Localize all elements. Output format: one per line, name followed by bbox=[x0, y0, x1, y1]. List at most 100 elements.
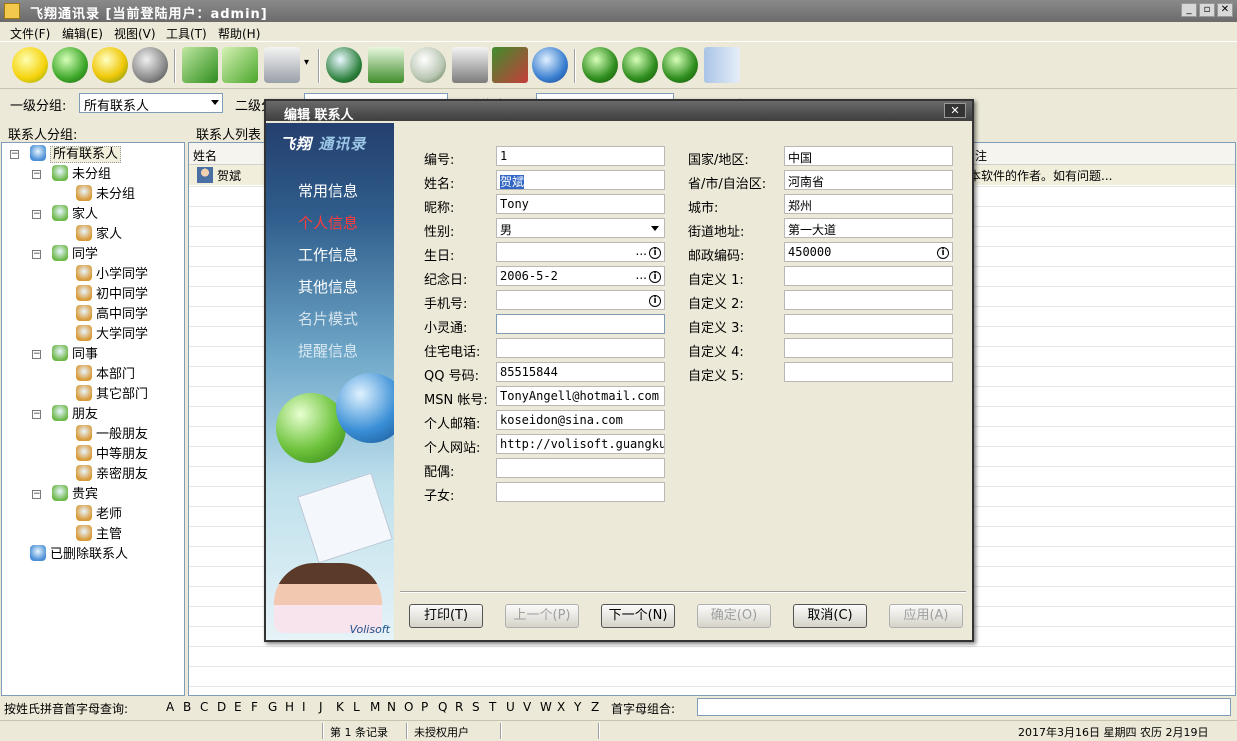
calendar-icon[interactable] bbox=[368, 47, 404, 83]
tree-item[interactable]: 初中同学 bbox=[76, 285, 148, 305]
field-input[interactable] bbox=[496, 482, 665, 502]
field-input[interactable]: 男 bbox=[496, 218, 665, 238]
info-icon[interactable]: i bbox=[649, 271, 661, 283]
tree-item[interactable]: 本部门 bbox=[76, 365, 135, 385]
field-input[interactable]: 85515844 bbox=[496, 362, 665, 382]
print-icon[interactable] bbox=[264, 47, 300, 83]
tree-expander[interactable]: − bbox=[32, 490, 41, 499]
alpha-letter-y[interactable]: Y bbox=[574, 700, 581, 714]
tree-item[interactable]: 一般朋友 bbox=[76, 425, 148, 445]
tree-item[interactable]: 高中同学 bbox=[76, 305, 148, 325]
field-input[interactable] bbox=[784, 266, 953, 286]
field-input[interactable]: 2006-5-2... i bbox=[496, 266, 665, 286]
alpha-letter-u[interactable]: U bbox=[506, 700, 515, 714]
field-input[interactable]: 1 bbox=[496, 146, 665, 166]
tree-item[interactable]: 贵宾 bbox=[52, 485, 98, 505]
tree-item[interactable]: 亲密朋友 bbox=[76, 465, 148, 485]
delete-icon[interactable] bbox=[92, 47, 128, 83]
alpha-letter-i[interactable]: I bbox=[302, 700, 306, 714]
dialog-nav-item[interactable]: 个人信息 bbox=[298, 212, 358, 233]
chevron-down-icon[interactable] bbox=[651, 226, 659, 231]
menu-help[interactable]: 帮助(H) bbox=[218, 25, 260, 42]
menu-view[interactable]: 视图(V) bbox=[114, 25, 156, 42]
field-input[interactable]: i bbox=[496, 290, 665, 310]
field-input[interactable]: 中国 bbox=[784, 146, 953, 166]
tree-expander[interactable]: − bbox=[32, 410, 41, 419]
field-input[interactable] bbox=[784, 338, 953, 358]
letter-combo-input[interactable] bbox=[697, 698, 1231, 716]
dialog-nav-item[interactable]: 其他信息 bbox=[298, 276, 358, 297]
info-icon[interactable]: i bbox=[937, 247, 949, 259]
restore-button[interactable]: ▫ bbox=[1199, 3, 1215, 17]
dialog-nav-item[interactable]: 提醒信息 bbox=[298, 340, 358, 361]
tree-item[interactable]: 朋友 bbox=[52, 405, 98, 425]
help-icon[interactable] bbox=[622, 47, 658, 83]
alpha-letter-v[interactable]: V bbox=[523, 700, 531, 714]
column-note[interactable]: 注 bbox=[975, 147, 987, 164]
print-button[interactable]: 打印(T) bbox=[409, 604, 483, 628]
tree-expander[interactable]: − bbox=[32, 350, 41, 359]
field-input[interactable]: 郑州 bbox=[784, 194, 953, 214]
pie-chart-icon[interactable] bbox=[532, 47, 568, 83]
field-input[interactable] bbox=[784, 290, 953, 310]
alpha-letter-e[interactable]: E bbox=[234, 700, 242, 714]
minimize-button[interactable]: _ bbox=[1181, 3, 1197, 17]
ok-button[interactable]: 确定(O) bbox=[697, 604, 771, 628]
alpha-letter-t[interactable]: T bbox=[489, 700, 496, 714]
field-input[interactable]: koseidon@sina.com bbox=[496, 410, 665, 430]
alpha-letter-b[interactable]: B bbox=[183, 700, 191, 714]
bookmark-icon[interactable] bbox=[492, 47, 528, 83]
menu-file[interactable]: 文件(F) bbox=[10, 25, 50, 42]
field-input[interactable]: TonyAngell@hotmail.com bbox=[496, 386, 665, 406]
tree-item[interactable]: 小学同学 bbox=[76, 265, 148, 285]
alpha-letter-c[interactable]: C bbox=[200, 700, 208, 714]
alpha-letter-w[interactable]: W bbox=[540, 700, 552, 714]
tree-expander[interactable]: − bbox=[32, 170, 41, 179]
apply-button[interactable]: 应用(A) bbox=[889, 604, 963, 628]
field-input[interactable] bbox=[784, 362, 953, 382]
tree-item[interactable]: 大学同学 bbox=[76, 325, 148, 345]
tree-item[interactable]: 未分组 bbox=[52, 165, 111, 185]
alpha-letter-l[interactable]: L bbox=[353, 700, 360, 714]
dialog-nav-item[interactable]: 工作信息 bbox=[298, 244, 358, 265]
alpha-letter-n[interactable]: N bbox=[387, 700, 396, 714]
date-picker-button[interactable]: ... i bbox=[636, 244, 661, 259]
print-dropdown-arrow[interactable]: ▾ bbox=[304, 57, 309, 68]
cancel-button[interactable]: 取消(C) bbox=[793, 604, 867, 628]
tree-item[interactable]: 未分组 bbox=[76, 185, 135, 205]
tree-item[interactable]: 家人 bbox=[76, 225, 122, 245]
close-button[interactable]: ✕ bbox=[1217, 3, 1233, 17]
export-icon[interactable] bbox=[222, 47, 258, 83]
tree-item[interactable]: 家人 bbox=[52, 205, 98, 225]
field-input[interactable]: ... i bbox=[496, 242, 665, 262]
tree-item[interactable]: 同学 bbox=[52, 245, 98, 265]
dialog-nav-item[interactable]: 常用信息 bbox=[298, 180, 358, 201]
alpha-letter-h[interactable]: H bbox=[285, 700, 294, 714]
alpha-letter-g[interactable]: G bbox=[268, 700, 277, 714]
alpha-letter-o[interactable]: O bbox=[404, 700, 413, 714]
info-button[interactable]: i bbox=[649, 292, 661, 307]
field-input[interactable]: 450000 i bbox=[784, 242, 953, 262]
alpha-letter-s[interactable]: S bbox=[472, 700, 480, 714]
column-name[interactable]: 姓名 bbox=[193, 147, 217, 164]
dialog-nav-item[interactable]: 名片模式 bbox=[298, 308, 358, 329]
alpha-letter-m[interactable]: M bbox=[370, 700, 380, 714]
exit-icon[interactable] bbox=[704, 47, 740, 83]
clock-icon[interactable] bbox=[410, 47, 446, 83]
alpha-letter-x[interactable]: X bbox=[557, 700, 565, 714]
alpha-letter-d[interactable]: D bbox=[217, 700, 226, 714]
alpha-letter-k[interactable]: K bbox=[336, 700, 344, 714]
field-input[interactable]: Tony bbox=[496, 194, 665, 214]
field-input[interactable] bbox=[496, 338, 665, 358]
notebook-icon[interactable] bbox=[452, 47, 488, 83]
alpha-letter-f[interactable]: F bbox=[251, 700, 258, 714]
tree-item[interactable]: 主管 bbox=[76, 525, 122, 545]
tree-item[interactable]: 所有联系人 bbox=[30, 145, 122, 165]
alpha-letter-z[interactable]: Z bbox=[591, 700, 599, 714]
tree-item[interactable]: 老师 bbox=[76, 505, 122, 525]
field-input[interactable]: http://volisoft.guangku bbox=[496, 434, 665, 454]
tree-expander[interactable]: − bbox=[32, 210, 41, 219]
menu-edit[interactable]: 编辑(E) bbox=[62, 25, 103, 42]
field-input[interactable] bbox=[496, 458, 665, 478]
next-button[interactable]: 下一个(N) bbox=[601, 604, 675, 628]
